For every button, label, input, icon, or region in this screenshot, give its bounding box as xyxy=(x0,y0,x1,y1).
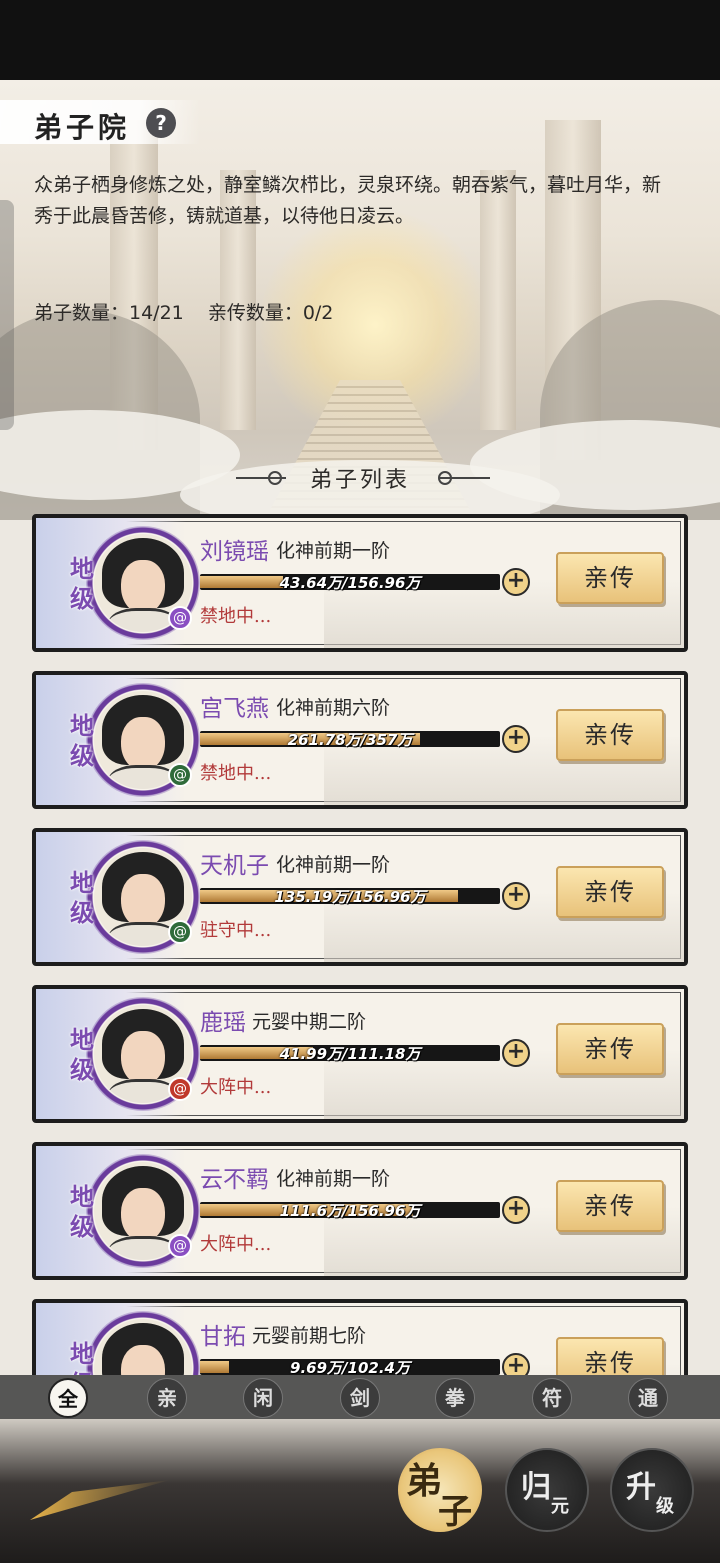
disciple-grade: 地级 xyxy=(70,1339,94,1375)
filter-tab[interactable]: 剑 xyxy=(340,1378,380,1418)
side-drawer-handle[interactable] xyxy=(0,200,14,430)
disciple-name: 云不羁 xyxy=(200,1167,269,1193)
disciple-card[interactable]: 地级 @ 甘拓 元婴前期七阶 9.69万/102.4万 + 亲传 xyxy=(32,1299,688,1375)
disciple-status: 大阵中... xyxy=(200,1077,272,1098)
avatar-face xyxy=(121,560,165,614)
make-inner-disciple-button[interactable]: 亲传 xyxy=(556,1180,664,1232)
hall-description: 众弟子栖身修炼之处，静室鳞次栉比，灵泉环绕。朝吞紫气，暮吐月华，新秀于此晨昏苦修… xyxy=(34,174,662,227)
nav-disciple-main: 弟 xyxy=(406,1460,443,1502)
disciple-realm: 化神前期一阶 xyxy=(276,540,391,562)
add-exp-button[interactable]: + xyxy=(502,1196,530,1224)
avatar-face xyxy=(121,1188,165,1242)
header-ornament-left xyxy=(268,471,282,485)
exp-progress-text: 9.69万/102.4万 xyxy=(290,1359,410,1375)
disciple-grade: 地级 xyxy=(70,1182,94,1241)
filter-tab[interactable]: 通 xyxy=(628,1378,668,1418)
wind-swirl-icon: @ xyxy=(168,920,192,944)
add-exp-button[interactable]: + xyxy=(502,725,530,753)
disciple-grade: 地级 xyxy=(70,711,94,770)
add-exp-button[interactable]: + xyxy=(502,1039,530,1067)
nav-disciple-button[interactable]: 弟 子 xyxy=(398,1448,482,1532)
disciple-realm: 化神前期一阶 xyxy=(276,1168,391,1190)
disciple-grade: 地级 xyxy=(70,554,94,613)
exp-progress-text: 41.99万/111.18万 xyxy=(279,1045,421,1063)
disciple-grade: 地级 xyxy=(70,1025,94,1084)
make-inner-disciple-button[interactable]: 亲传 xyxy=(556,1023,664,1075)
disciple-name: 刘镜瑶 xyxy=(200,539,269,565)
disciple-count: 弟子数量：14/21 xyxy=(34,302,184,324)
add-exp-button[interactable]: + xyxy=(502,1353,530,1375)
make-inner-disciple-button[interactable]: 亲传 xyxy=(556,1337,664,1375)
make-inner-disciple-button[interactable]: 亲传 xyxy=(556,709,664,761)
fire-swirl-icon: @ xyxy=(168,606,192,630)
exp-progress-bar: 261.78万/357万 xyxy=(200,731,500,749)
avatar-face xyxy=(121,874,165,928)
nav-upgrade-sub: 级 xyxy=(656,1496,674,1517)
nav-upgrade-button[interactable]: 升 级 xyxy=(610,1448,694,1532)
disciple-list[interactable]: 地级 @ 刘镜瑶 化神前期一阶 43.64万/156.96万 + 禁地中... … xyxy=(0,510,720,1375)
exp-progress-text: 43.64万/156.96万 xyxy=(279,574,421,592)
disciple-status: 驻守中... xyxy=(200,920,272,941)
filter-tab[interactable]: 符 xyxy=(532,1378,572,1418)
filter-tab[interactable]: 全 xyxy=(48,1378,88,1418)
filter-tab[interactable]: 闲 xyxy=(243,1378,283,1418)
disciple-name: 鹿瑶 xyxy=(200,1010,246,1036)
avatar-face xyxy=(121,717,165,771)
make-inner-disciple-button[interactable]: 亲传 xyxy=(556,552,664,604)
nav-return-sub: 元 xyxy=(551,1496,569,1517)
inner-disciple-count: 亲传数量：0/2 xyxy=(207,302,334,324)
disciple-status: 大阵中... xyxy=(200,1234,272,1255)
nav-return-main: 归 xyxy=(521,1470,551,1505)
nav-upgrade-main: 升 xyxy=(626,1470,656,1505)
exp-progress-text: 135.19万/156.96万 xyxy=(274,888,426,906)
disciple-name: 天机子 xyxy=(200,853,269,879)
disciple-realm: 化神前期一阶 xyxy=(276,854,391,876)
fire-swirl-icon: @ xyxy=(168,1234,192,1258)
disciple-status: 禁地中... xyxy=(200,763,272,784)
exp-progress-text: 261.78万/357万 xyxy=(287,731,413,749)
exp-progress-bar: 41.99万/111.18万 xyxy=(200,1045,500,1063)
top-status-area xyxy=(0,0,720,80)
disciple-realm: 元婴中期二阶 xyxy=(252,1011,367,1033)
disciple-grade: 地级 xyxy=(70,868,94,927)
exp-progress-bar: 135.19万/156.96万 xyxy=(200,888,500,906)
wind-swirl-icon: @ xyxy=(168,763,192,787)
disciple-stats: 弟子数量：14/21 亲传数量：0/2 xyxy=(34,298,351,325)
disciple-name: 宫飞燕 xyxy=(200,696,269,722)
help-icon[interactable]: ? xyxy=(146,108,176,138)
filter-tab[interactable]: 拳 xyxy=(435,1378,475,1418)
nav-return-button[interactable]: 归 元 xyxy=(505,1448,589,1532)
add-exp-button[interactable]: + xyxy=(502,568,530,596)
disciple-card[interactable]: 地级 @ 天机子 化神前期一阶 135.19万/156.96万 + 驻守中...… xyxy=(32,828,688,966)
exp-progress-text: 111.6万/156.96万 xyxy=(279,1202,421,1220)
exp-progress-bar: 43.64万/156.96万 xyxy=(200,574,500,592)
make-inner-disciple-button[interactable]: 亲传 xyxy=(556,866,664,918)
disciple-realm: 元婴前期七阶 xyxy=(252,1325,367,1347)
disciple-card[interactable]: 地级 @ 宫飞燕 化神前期六阶 261.78万/357万 + 禁地中... 亲传 xyxy=(32,671,688,809)
exp-progress-bar: 111.6万/156.96万 xyxy=(200,1202,500,1220)
fire-swirl-icon: @ xyxy=(168,1077,192,1101)
disciple-card[interactable]: 地级 @ 云不羁 化神前期一阶 111.6万/156.96万 + 大阵中... … xyxy=(32,1142,688,1280)
add-exp-button[interactable]: + xyxy=(502,882,530,910)
disciple-status: 禁地中... xyxy=(200,606,272,627)
page-title: 弟子院 xyxy=(34,111,131,144)
list-title: 弟子列表 xyxy=(310,468,411,493)
disciple-name: 甘拓 xyxy=(200,1324,246,1350)
exp-progress-bar: 9.69万/102.4万 xyxy=(200,1359,500,1375)
nav-disciple-sub: 子 xyxy=(438,1492,472,1532)
header-ornament-right xyxy=(440,477,490,479)
disciple-card[interactable]: 地级 @ 刘镜瑶 化神前期一阶 43.64万/156.96万 + 禁地中... … xyxy=(32,514,688,652)
filter-tab[interactable]: 亲 xyxy=(147,1378,187,1418)
avatar-face xyxy=(121,1031,165,1085)
disciple-realm: 化神前期六阶 xyxy=(276,697,391,719)
disciple-card[interactable]: 地级 @ 鹿瑶 元婴中期二阶 41.99万/111.18万 + 大阵中... 亲… xyxy=(32,985,688,1123)
